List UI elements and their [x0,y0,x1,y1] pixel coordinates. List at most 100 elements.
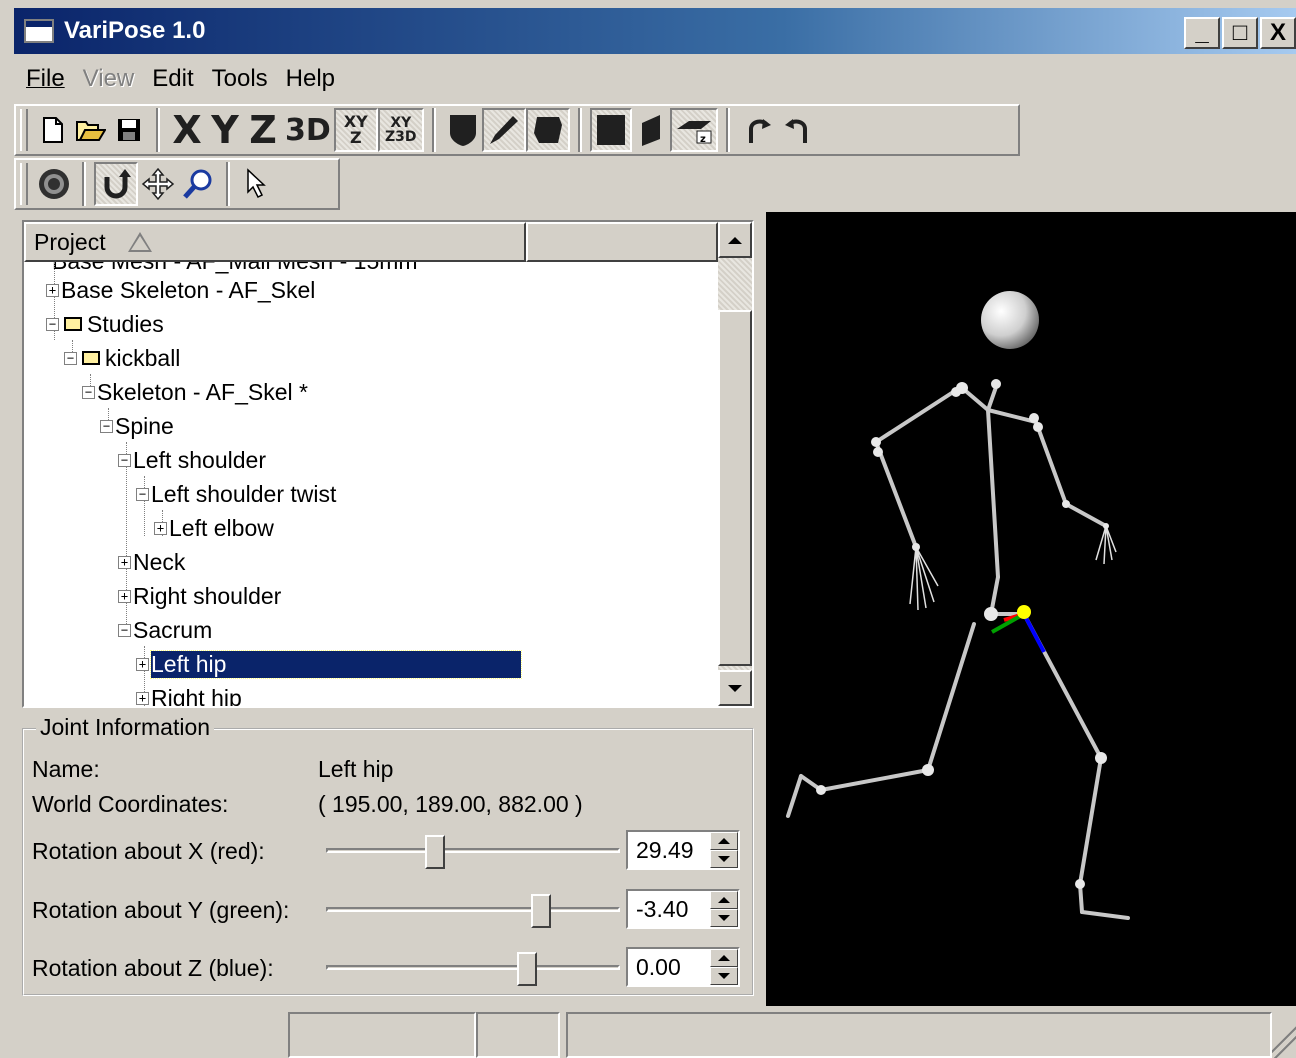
blob-icon[interactable] [525,108,570,152]
zoom-icon[interactable] [178,162,218,206]
rotation-z-spinbox[interactable]: 0.00 [626,947,740,987]
axis-y-button[interactable]: Y [206,108,244,152]
expand-box[interactable]: − [100,419,113,433]
tree-row-label: Neck [133,548,186,575]
rotation-x-slider[interactable] [326,835,620,869]
joint-information-group: Joint Information Name: Left hip World C… [22,714,754,996]
close-button[interactable]: X [1260,17,1296,49]
spin-down-icon [718,915,730,921]
rotation-z-slider[interactable] [326,952,620,986]
toolbar-grip[interactable] [20,163,28,205]
expand-box[interactable]: − [46,317,59,331]
window-controls: _ □ X [1184,17,1296,49]
rotation-x-decrement[interactable] [710,850,738,868]
joint-name-label: Name: [32,756,100,782]
tree-row[interactable]: + Right hip [136,682,242,706]
expand-box[interactable]: + [136,691,149,705]
menu-tools[interactable]: Tools [200,61,274,97]
world-coordinates-value: ( 195.00, 189.00, 882.00 ) [318,791,583,817]
scroll-up-button[interactable] [718,222,752,258]
spin-down-icon [718,856,730,862]
select-arrow-icon[interactable] [238,162,276,206]
expand-box[interactable]: + [154,521,167,535]
side-face-icon[interactable] [632,108,670,152]
view-xyz3d-button[interactable]: XY Z3D [377,108,424,152]
maximize-button[interactable]: □ [1222,17,1258,49]
move-icon[interactable] [138,162,178,206]
view-xyz-button[interactable]: XY Z [333,108,378,152]
rotation-z-decrement[interactable] [710,967,738,985]
expand-box[interactable]: + [118,589,131,603]
shield-icon[interactable] [444,108,482,152]
resize-grip-icon[interactable] [1272,1018,1296,1058]
rotate-icon[interactable] [94,162,138,206]
open-folder-icon[interactable] [72,108,110,152]
tree-row[interactable]: + Neck [118,546,185,578]
brush-icon[interactable] [481,108,526,152]
toolbar-separator [725,108,730,152]
rotation-y-slider[interactable] [326,894,620,928]
tree-row[interactable]: + Left elbow [154,512,274,544]
rotation-x-spinbox[interactable]: 29.49 [626,830,740,870]
expand-box[interactable]: − [118,623,131,637]
rotation-y-value[interactable]: -3.40 [636,896,688,923]
empty-column-header[interactable] [526,222,718,262]
expand-box[interactable]: − [64,351,77,365]
undo-icon[interactable] [738,108,778,152]
expand-box[interactable]: − [118,453,131,467]
menu-help[interactable]: Help [274,61,341,97]
rotation-x-slider-thumb[interactable] [425,835,445,869]
project-header: Project [24,222,718,262]
project-column-header[interactable]: Project [24,222,526,262]
rotation-y-decrement[interactable] [710,909,738,927]
tree-row[interactable]: + Right shoulder [118,580,281,612]
front-face-icon[interactable] [589,108,632,152]
tree-row[interactable]: + Base Skeleton - AF_Skel [46,274,315,306]
tree-row-label: Sacrum [133,616,213,643]
axis-x-button[interactable]: X [168,108,206,152]
tree-row[interactable]: − Skeleton - AF_Skel * [82,376,308,408]
expand-box[interactable]: − [82,385,95,399]
redo-icon[interactable] [778,108,818,152]
rotation-z-increment[interactable] [710,949,738,967]
new-file-icon[interactable] [34,108,72,152]
toolbar-grip[interactable] [20,109,28,151]
3d-viewport[interactable] [766,212,1296,1006]
world-coordinates-label: World Coordinates: [32,791,229,817]
rotation-y-increment[interactable] [710,891,738,909]
menu-edit[interactable]: Edit [140,61,199,97]
rotation-x-value[interactable]: 29.49 [636,837,694,864]
plane-z-icon[interactable]: z [669,108,718,152]
menu-view[interactable]: View [71,61,141,97]
tree-row[interactable]: − Left shoulder twist [136,478,336,510]
scroll-down-button[interactable] [718,670,752,706]
rotation-x-increment[interactable] [710,832,738,850]
tree-row[interactable]: − Left shoulder [118,444,266,476]
save-icon[interactable] [110,108,148,152]
expand-box[interactable]: + [136,657,149,671]
tree-row-label: Studies [87,310,164,337]
axis-z-button[interactable]: Z [244,108,282,152]
rotation-z-slider-thumb[interactable] [517,952,537,986]
scroll-thumb[interactable] [718,310,752,666]
expand-box[interactable]: + [118,555,131,569]
tree-row[interactable]: − kickball [64,342,180,374]
tree-row-label: Right shoulder [133,582,282,609]
tree-row-selected[interactable]: + Left hip [136,648,522,680]
window-title: VariPose 1.0 [64,17,206,44]
view-3d-button[interactable]: 3D [282,108,334,152]
rotation-z-value[interactable]: 0.00 [636,954,681,981]
tree-row[interactable]: − Sacrum [118,614,212,646]
tree-row[interactable]: − Studies [46,308,164,340]
expand-box[interactable]: + [46,283,59,297]
folder-icon [64,317,82,331]
target-icon[interactable] [34,162,74,206]
tree-row[interactable]: − Spine [100,410,174,442]
menu-file[interactable]: File [14,61,71,97]
rotation-y-slider-thumb[interactable] [531,894,551,928]
expand-box[interactable]: − [136,487,149,501]
toolbar-separator [82,162,86,206]
rotation-y-spinbox[interactable]: -3.40 [626,889,740,929]
minimize-button[interactable]: _ [1184,17,1220,49]
tree-scrollbar[interactable] [718,222,752,706]
